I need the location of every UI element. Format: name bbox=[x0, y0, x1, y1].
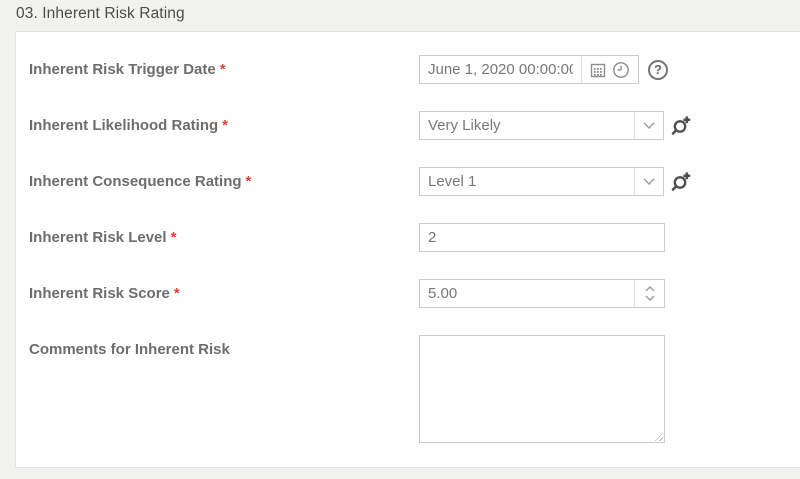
consequence-lookup-button[interactable] bbox=[671, 171, 693, 193]
search-plus-icon bbox=[671, 115, 693, 137]
required-asterisk: * bbox=[174, 285, 180, 302]
dropdown-toggle[interactable] bbox=[634, 168, 663, 195]
risk-score-stepper[interactable] bbox=[634, 280, 664, 307]
field-label-risk-score: Inherent Risk Score* bbox=[16, 285, 419, 302]
trigger-date-input[interactable] bbox=[420, 56, 581, 83]
likelihood-lookup-button[interactable] bbox=[671, 115, 693, 137]
comments-textarea[interactable] bbox=[419, 335, 665, 443]
trigger-date-field bbox=[419, 55, 639, 84]
row-comments: Comments for Inherent Risk bbox=[16, 335, 800, 443]
likelihood-dropdown[interactable]: Very Likely bbox=[419, 111, 664, 140]
form-panel: Inherent Risk Trigger Date* bbox=[15, 31, 800, 468]
required-asterisk: * bbox=[222, 117, 228, 134]
calendar-icon[interactable] bbox=[590, 62, 606, 78]
search-plus-icon bbox=[671, 171, 693, 193]
page-title: 03. Inherent Risk Rating bbox=[16, 5, 185, 23]
clock-icon[interactable] bbox=[612, 61, 630, 79]
help-icon[interactable]: ? bbox=[648, 60, 668, 80]
date-time-pickers bbox=[581, 56, 638, 83]
chevron-up-icon[interactable] bbox=[645, 286, 655, 292]
consequence-selected-value: Level 1 bbox=[420, 168, 634, 195]
risk-score-field bbox=[419, 279, 665, 308]
section-header: 03. Inherent Risk Rating bbox=[0, 0, 800, 27]
risk-level-input[interactable] bbox=[419, 223, 665, 252]
row-risk-level: Inherent Risk Level* bbox=[16, 223, 800, 252]
required-asterisk: * bbox=[220, 61, 226, 78]
field-label-trigger-date: Inherent Risk Trigger Date* bbox=[16, 61, 419, 78]
field-label-comments: Comments for Inherent Risk bbox=[16, 335, 419, 358]
chevron-down-icon[interactable] bbox=[645, 295, 655, 301]
chevron-down-icon bbox=[643, 178, 655, 185]
row-risk-score: Inherent Risk Score* bbox=[16, 279, 800, 308]
risk-score-input[interactable] bbox=[420, 280, 634, 307]
field-label-consequence: Inherent Consequence Rating* bbox=[16, 173, 419, 190]
consequence-dropdown[interactable]: Level 1 bbox=[419, 167, 664, 196]
row-trigger-date: Inherent Risk Trigger Date* bbox=[16, 55, 800, 84]
required-asterisk: * bbox=[246, 173, 252, 190]
likelihood-selected-value: Very Likely bbox=[420, 112, 634, 139]
field-label-likelihood: Inherent Likelihood Rating* bbox=[16, 117, 419, 134]
field-label-risk-level: Inherent Risk Level* bbox=[16, 229, 419, 246]
comments-field bbox=[419, 335, 665, 443]
dropdown-toggle[interactable] bbox=[634, 112, 663, 139]
row-consequence: Inherent Consequence Rating* Level 1 bbox=[16, 167, 800, 196]
row-likelihood: Inherent Likelihood Rating* Very Likely bbox=[16, 111, 800, 140]
required-asterisk: * bbox=[171, 229, 177, 246]
chevron-down-icon bbox=[643, 122, 655, 129]
